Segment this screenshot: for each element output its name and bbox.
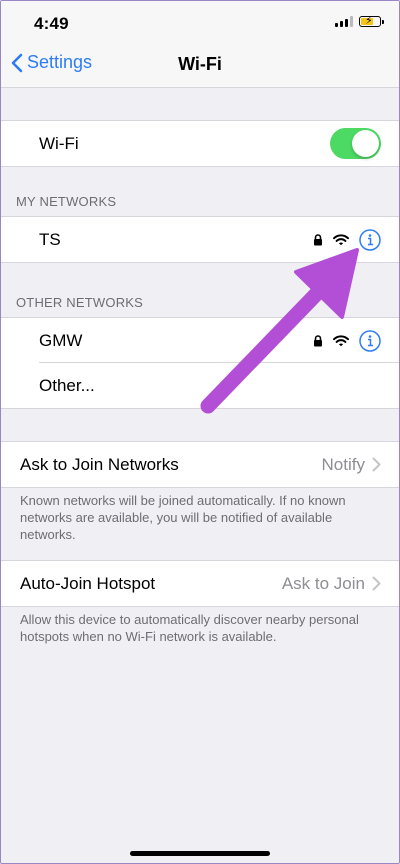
wifi-toggle-label: Wi-Fi <box>39 133 79 153</box>
toggle-knob <box>352 130 379 157</box>
other-networks-header: OTHER NETWORKS <box>16 295 144 310</box>
network-row-gmw[interactable]: GMW <box>1 318 399 363</box>
page-title: Wi-Fi <box>178 54 222 74</box>
battery-icon: ⚡ <box>359 15 384 27</box>
wifi-signal-icon <box>333 334 349 346</box>
cellular-signal-icon <box>335 16 353 27</box>
my-networks-group: TS <box>1 216 399 263</box>
wifi-toggle-group: Wi-Fi <box>1 120 399 167</box>
lock-icon <box>314 334 322 346</box>
my-networks-header: MY NETWORKS <box>16 194 117 209</box>
auto-join-footer: Allow this device to automatically disco… <box>20 612 359 644</box>
auto-join-value: Ask to Join <box>281 573 365 593</box>
wifi-signal-icon <box>333 233 349 245</box>
status-time: 4:49 <box>34 14 69 33</box>
network-row-ts[interactable]: TS <box>1 217 399 262</box>
other-networks-group: GMW Other... <box>1 317 399 409</box>
network-name: GMW <box>39 330 83 350</box>
wifi-toggle-row: Wi-Fi <box>1 121 399 166</box>
ask-to-join-label: Ask to Join Networks <box>20 454 179 474</box>
other-network-row[interactable]: Other... <box>1 363 399 408</box>
chevron-right-icon <box>372 576 381 591</box>
ask-to-join-row[interactable]: Ask to Join Networks Notify <box>1 442 399 487</box>
chevron-right-icon <box>372 457 381 472</box>
ask-to-join-footer: Known networks will be joined automatica… <box>20 493 346 542</box>
network-status-icons <box>313 217 381 262</box>
phone-screen: 4:49 ⚡ Settings Wi-Fi Wi-Fi MY NETWORKS … <box>0 0 400 864</box>
network-status-icons <box>313 318 381 363</box>
ask-to-join-value: Notify <box>321 454 365 474</box>
info-icon[interactable] <box>359 228 381 251</box>
auto-join-label: Auto-Join Hotspot <box>20 573 156 593</box>
top-bar: 4:49 ⚡ Settings Wi-Fi <box>1 1 399 88</box>
auto-join-group: Auto-Join Hotspot Ask to Join <box>1 560 399 607</box>
network-name: TS <box>39 229 61 249</box>
info-icon[interactable] <box>359 329 381 352</box>
ask-to-join-group: Ask to Join Networks Notify <box>1 441 399 488</box>
home-indicator[interactable] <box>130 851 270 856</box>
wifi-toggle-switch[interactable] <box>330 128 381 159</box>
lock-icon <box>314 233 322 245</box>
other-network-label: Other... <box>39 375 95 395</box>
status-icons: ⚡ <box>335 15 384 27</box>
auto-join-row[interactable]: Auto-Join Hotspot Ask to Join <box>1 561 399 606</box>
